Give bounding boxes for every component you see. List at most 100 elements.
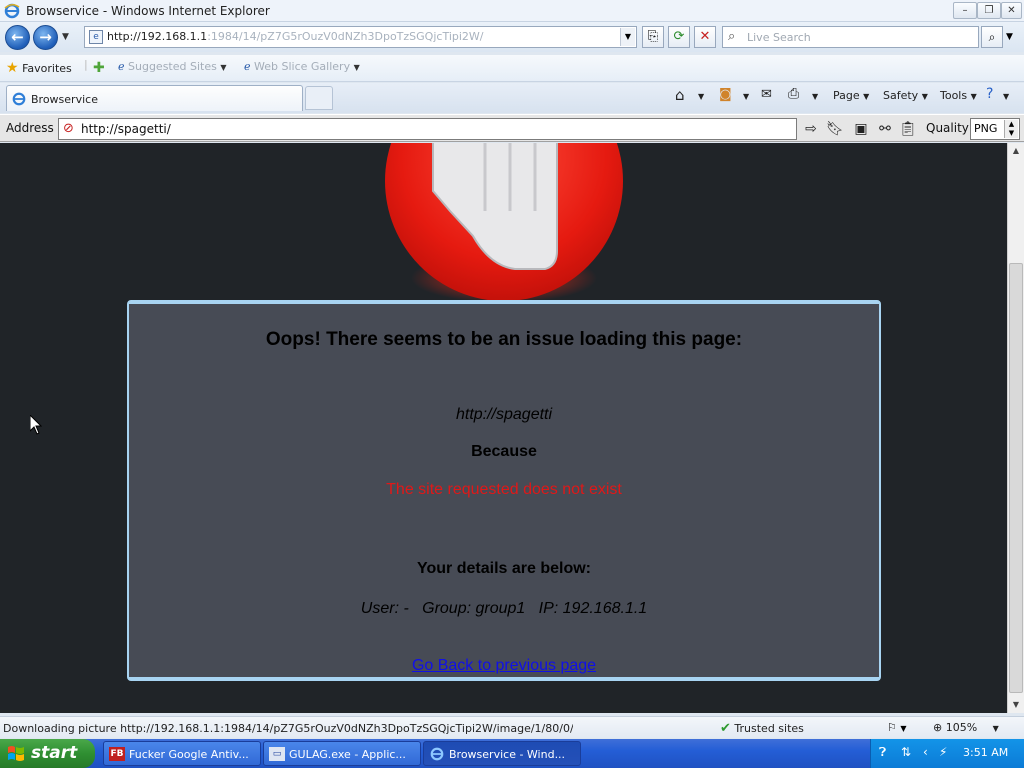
window-app-icon: ▭ — [269, 747, 285, 761]
taskbar-item-label: Browservice - Wind... — [449, 748, 566, 761]
page-content: Oops! There seems to be an issue loading… — [0, 143, 1007, 713]
stop-button[interactable]: ✕ — [694, 26, 716, 48]
suggested-sites-button[interactable]: ℯ Suggested Sites ▼ — [118, 60, 227, 73]
ie-app-icon — [429, 747, 445, 761]
restore-button[interactable]: ❐ — [977, 2, 1001, 19]
find-binoculars-icon[interactable]: ⚯ — [874, 119, 896, 139]
protected-mode-icon[interactable]: ⚐ ▼ — [887, 721, 907, 734]
error-reason: The site requested does not exist — [386, 481, 622, 498]
error-panel: Oops! There seems to be an issue loading… — [127, 300, 881, 681]
quality-spinner-icon[interactable]: ▲ ▼ — [1004, 120, 1018, 138]
back-button[interactable]: ← — [5, 25, 30, 50]
connection-tray-icon[interactable]: ⚡︎ — [939, 745, 947, 759]
scroll-thumb[interactable] — [1009, 263, 1023, 693]
refresh-button[interactable]: ⟳ — [668, 26, 690, 48]
favorites-button[interactable]: ★ Favorites — [6, 60, 72, 76]
taskbar: start FB Fucker Google Antiv... ▭ GULAG.… — [0, 739, 1024, 768]
add-to-favorites-bar-button[interactable]: ✚ — [93, 60, 105, 76]
taskbar-item-gulag[interactable]: ▭ GULAG.exe - Applic... — [263, 741, 421, 766]
help-dropdown[interactable]: ▼ — [1003, 89, 1009, 102]
print-dropdown[interactable]: ▼ — [812, 89, 818, 102]
help-tray-icon[interactable]: ❓︎ — [879, 745, 886, 760]
tools-menu[interactable]: Tools ▼ — [940, 89, 977, 102]
vertical-scrollbar[interactable]: ▲ ▼ — [1007, 143, 1024, 713]
clipboard-icon[interactable]: 📋︎ — [897, 119, 919, 139]
search-button[interactable]: ⌕ — [981, 26, 1003, 48]
tab-row: Browservice ⌂ ▼ ◙ ▼ ✉ ⎙ ▼ Page ▼ Safety … — [0, 83, 1024, 113]
favorites-bar: ★ Favorites | ✚ ℯ Suggested Sites ▼ ℯ We… — [0, 55, 1024, 82]
requested-url: http://spagetti — [455, 406, 553, 423]
start-button[interactable]: start — [0, 739, 95, 768]
app-icon: FB — [109, 747, 125, 761]
recent-pages-dropdown[interactable]: ▼ — [62, 32, 69, 42]
home-dropdown[interactable]: ▼ — [698, 89, 704, 102]
zoom-icon: ⊕ — [933, 721, 943, 734]
new-tab-button[interactable] — [305, 86, 333, 110]
taskbar-item-fucker-google[interactable]: FB Fucker Google Antiv... — [103, 741, 261, 766]
search-input[interactable]: ⌕ Live Search — [722, 26, 979, 48]
start-label: start — [31, 743, 78, 763]
ie-tab-icon — [12, 92, 26, 109]
security-zone[interactable]: ✔ Trusted sites — [720, 721, 804, 736]
address-label: Address — [6, 121, 54, 135]
user-details: User: - Group: group1 IP: 192.168.1.1 — [360, 600, 648, 617]
system-tray: ❓︎ ⇅ ‹ ⚡︎ 3:51 AM — [870, 739, 1024, 768]
safety-menu[interactable]: Safety ▼ — [883, 89, 928, 102]
forward-button[interactable]: → — [33, 25, 58, 50]
add-favorite-icon: ✚ — [93, 60, 105, 76]
save-page-icon[interactable]: ▣ — [850, 119, 872, 139]
favbar-separator: | — [84, 58, 88, 71]
favorites-star-icon: ★ — [6, 60, 19, 76]
address-dropdown[interactable]: ▼ — [620, 28, 635, 46]
status-bar: Downloading picture http://192.168.1.1:1… — [0, 716, 1024, 738]
browservice-toolbar: Address ⊘ http://spagetti/ ⇨ 🔖︎ ▣ ⚯ 📋︎ Q… — [0, 114, 1024, 142]
because-label: Because — [471, 443, 537, 460]
navigation-bar: ← → ▼ e http://192.168.1.1:1984/14/pZ7G5… — [0, 22, 1024, 52]
zoom-level[interactable]: ⊕ 105% ▼ — [933, 721, 999, 734]
tray-arrow-icon[interactable]: ‹ — [923, 745, 928, 759]
web-slice-gallery-button[interactable]: ℯ Web Slice Gallery ▼ — [244, 60, 360, 73]
search-provider-icon: ⌕ — [728, 29, 736, 44]
quality-value: PNG — [974, 122, 998, 135]
network-tray-icon[interactable]: ⇅ — [901, 745, 911, 759]
bookmark-icon[interactable]: 🔖︎ — [824, 119, 846, 139]
go-arrow-icon[interactable]: ⇨ — [800, 119, 822, 139]
home-icon[interactable]: ⌂ — [675, 86, 685, 104]
compatibility-view-button[interactable]: ⎘ — [642, 26, 664, 48]
ie-logo-icon — [4, 3, 20, 22]
window-title: Browservice - Windows Internet Explorer — [26, 4, 270, 18]
address-value[interactable]: http://spagetti/ — [81, 122, 171, 136]
page-icon: e — [89, 30, 103, 44]
feeds-dropdown[interactable]: ▼ — [743, 89, 749, 102]
minimize-button[interactable]: – — [953, 2, 977, 19]
close-window-button[interactable]: ✕ — [1001, 2, 1022, 19]
title-bar: Browservice - Windows Internet Explorer … — [0, 0, 1024, 22]
search-options-dropdown[interactable]: ▼ — [1006, 32, 1013, 42]
checkmark-icon: ✔ — [720, 721, 731, 736]
taskbar-item-label: GULAG.exe - Applic... — [289, 748, 406, 761]
scroll-down-icon[interactable]: ▼ — [1008, 697, 1024, 713]
print-icon[interactable]: ⎙ — [788, 86, 799, 102]
tab-browservice[interactable]: Browservice — [6, 85, 303, 111]
mail-icon[interactable]: ✉ — [761, 87, 772, 102]
ie-address-text[interactable]: http://192.168.1.1:1984/14/pZ7G5rOuzV0dN… — [107, 30, 617, 43]
address-input[interactable]: ⊘ http://spagetti/ — [58, 118, 797, 140]
taskbar-item-browservice[interactable]: Browservice - Wind... — [423, 741, 581, 766]
feeds-icon[interactable]: ◙ — [719, 87, 732, 102]
page-menu[interactable]: Page ▼ — [833, 89, 869, 102]
taskbar-item-label: Fucker Google Antiv... — [129, 748, 249, 761]
details-heading: Your details are below: — [417, 560, 591, 577]
error-heading: Oops! There seems to be an issue loading… — [265, 329, 743, 350]
tab-label: Browservice — [31, 93, 98, 106]
mouse-pointer-icon — [29, 413, 43, 435]
status-text: Downloading picture http://192.168.1.1:1… — [3, 722, 573, 735]
quality-select[interactable]: PNG ▲ ▼ — [970, 118, 1020, 140]
scroll-up-icon[interactable]: ▲ — [1008, 143, 1024, 159]
clock: 3:51 AM — [963, 746, 1009, 759]
search-placeholder: Live Search — [747, 31, 811, 44]
stop-hand-icon — [385, 143, 623, 301]
quality-label: Quality — [926, 121, 969, 135]
ie-address-field[interactable]: e http://192.168.1.1:1984/14/pZ7G5rOuzV0… — [84, 26, 637, 48]
go-back-link[interactable]: Go Back to previous page — [129, 657, 879, 675]
help-icon[interactable]: ? — [986, 86, 993, 102]
